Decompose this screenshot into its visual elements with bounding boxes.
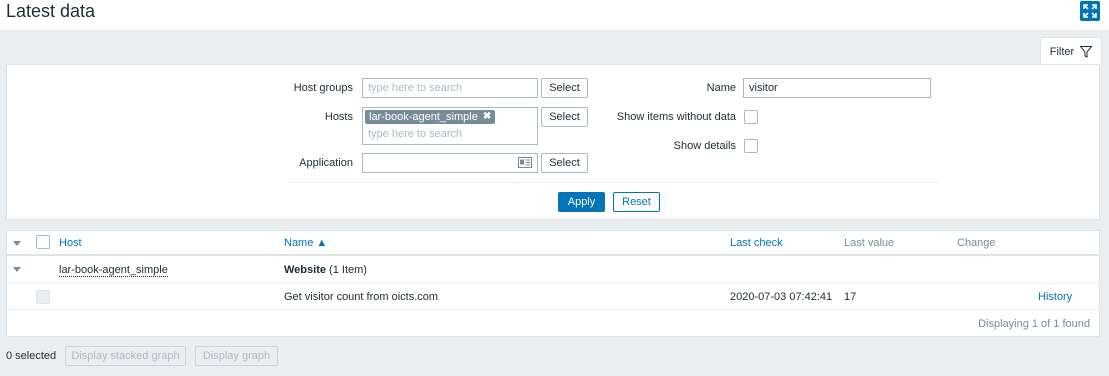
display-graph-button[interactable]: Display graph (195, 346, 278, 366)
history-link[interactable]: History (1038, 291, 1072, 303)
filter-tab[interactable]: Filter (1040, 37, 1102, 65)
item-name: Get visitor count from oicts.com (284, 291, 439, 303)
column-change: Change (957, 237, 996, 249)
remove-tag-icon[interactable]: ✖ (483, 110, 491, 124)
filter-tab-label: Filter (1049, 45, 1075, 58)
name-label: Name (706, 82, 736, 94)
application-select-button[interactable]: Select (541, 153, 588, 173)
select-all-checkbox[interactable] (36, 235, 50, 249)
filter-divider (288, 182, 938, 183)
name-input[interactable]: visitor (743, 78, 931, 98)
application-name: Website (284, 264, 326, 276)
table-row: Get visitor count from oicts.com 2020-07… (7, 284, 1099, 310)
fullscreen-button[interactable] (1080, 1, 1100, 21)
application-label: Application (299, 157, 353, 169)
collapse-all-icon[interactable] (13, 241, 21, 246)
reset-button[interactable]: Reset (613, 192, 660, 212)
collapse-group-icon[interactable] (13, 267, 21, 272)
table-group-row: lar-book-agent_simple Website (1 Item) (7, 258, 1099, 284)
id-card-icon[interactable] (518, 157, 532, 168)
filter-panel: Host groups type here to search Select H… (6, 64, 1100, 220)
column-last-check[interactable]: Last check (730, 237, 783, 249)
hosts-multiselect[interactable]: lar-book-agent_simple ✖ type here to sea… (362, 107, 538, 145)
page-header: Latest data (0, 0, 1109, 30)
host-groups-label: Host groups (293, 82, 353, 94)
page-title: Latest data (6, 1, 96, 21)
column-name[interactable]: Name ▲ (284, 237, 327, 249)
table-footer: Displaying 1 of 1 found (978, 318, 1090, 330)
group-application: Website (1 Item) (284, 264, 367, 276)
host-tag-label: lar-book-agent_simple (369, 111, 478, 123)
item-last-value: 17 (844, 291, 857, 303)
display-stacked-graph-button[interactable]: Display stacked graph (65, 346, 186, 366)
expand-arrows-icon (1083, 4, 1097, 18)
table-header: Host Name ▲ Last check Last value Change (7, 231, 1099, 256)
group-host[interactable]: lar-book-agent_simple (59, 264, 168, 277)
application-input[interactable] (362, 153, 538, 173)
show-details-label: Show details (673, 140, 736, 152)
show-items-without-data-label: Show items without data (616, 111, 736, 123)
apply-button[interactable]: Apply (558, 192, 605, 212)
hosts-search-input[interactable]: type here to search (368, 128, 462, 140)
host-tag: lar-book-agent_simple ✖ (365, 110, 496, 124)
item-last-check: 2020-07-03 07:42:41 (730, 291, 833, 303)
row-checkbox[interactable] (36, 290, 50, 304)
latest-data-table: Host Name ▲ Last check Last value Change… (6, 230, 1100, 337)
funnel-icon (1080, 45, 1093, 58)
selected-count: 0 selected (6, 350, 57, 362)
host-groups-input[interactable]: type here to search (362, 78, 538, 98)
hosts-label: Hosts (324, 111, 353, 123)
show-details-checkbox[interactable] (744, 139, 758, 153)
show-items-without-data-checkbox[interactable] (744, 110, 758, 124)
group-host-name[interactable]: lar-book-agent_simple (59, 264, 168, 277)
column-last-value: Last value (844, 237, 895, 249)
item-count: (1 Item) (329, 264, 367, 276)
column-host[interactable]: Host (59, 237, 82, 249)
host-groups-select-button[interactable]: Select (541, 78, 588, 98)
